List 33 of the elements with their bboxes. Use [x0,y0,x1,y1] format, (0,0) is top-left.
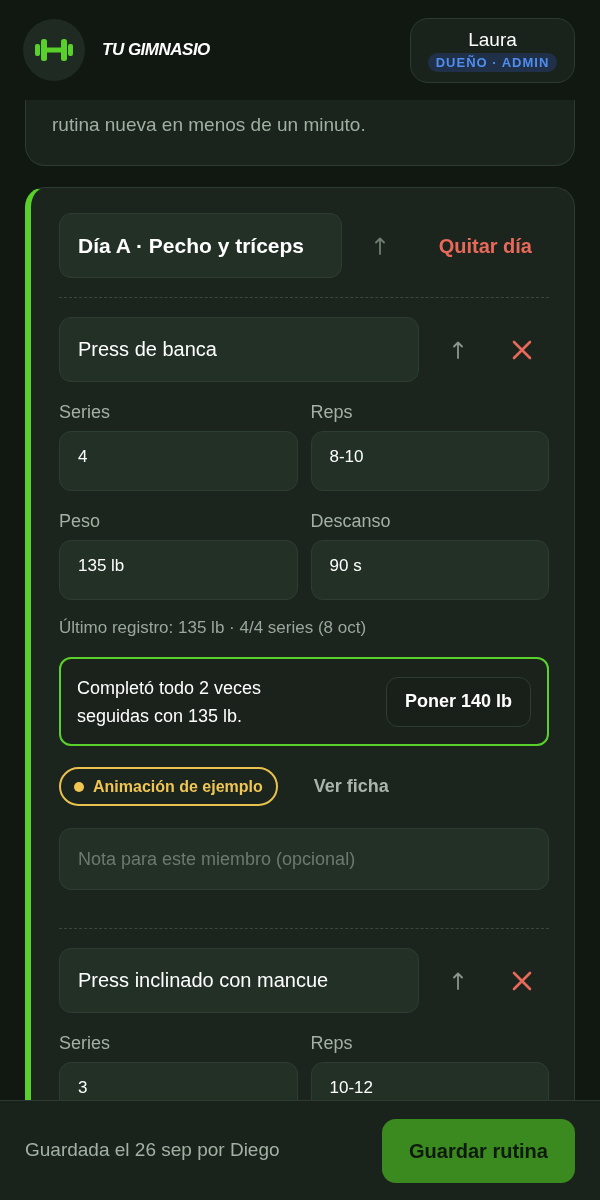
exercise-name-field[interactable]: Press inclinado con mancue [59,948,419,1013]
close-icon [512,339,532,360]
saved-status-text: Guardada el 26 sep por Diego [25,1138,280,1163]
arrow-up-icon [375,236,385,255]
arrow-up-icon [453,971,463,990]
exercise-name-field[interactable]: Press de banca [59,317,419,382]
value-field[interactable]: 4 [59,431,298,491]
field-label: Reps [310,1033,354,1053]
brand-name: TU GIMNASIO [102,39,210,62]
apply-weight-button[interactable]: Poner 140 lb [385,676,531,727]
save-routine-button[interactable]: Guardar rutina [382,1118,575,1183]
note-field[interactable]: Nota para este miembro (opcional) [59,828,549,890]
account-button[interactable]: Laura DUEÑO · ADMIN [410,17,575,83]
intro-text: rutina nueva en menos de un minuto. [52,113,367,137]
value-field[interactable]: 8-10 [310,431,549,491]
close-icon [512,970,532,991]
day-name-field[interactable]: Día A · Pecho y tríceps [59,213,342,278]
role-badge: DUEÑO · ADMIN [427,52,558,72]
view-details-link[interactable]: Ver ficha [307,767,395,806]
value-field[interactable]: 135 lb [59,540,298,600]
value-field[interactable]: 90 s [310,540,549,600]
field-label: Descanso [310,511,392,531]
suggestion-text: Completó todo 2 veces seguidas con 135 lb. [77,676,263,728]
last-log-text: Último registro: 135 lb · 4/4 series (8 oct) [59,617,368,639]
value-field[interactable]: 3 [59,1062,298,1100]
remove-day-button[interactable]: Quitar día [421,223,549,268]
field-label: Series [59,1033,112,1053]
field-label: Peso [59,511,102,531]
field-label: Reps [310,402,354,422]
value-field[interactable]: 10-12 [310,1062,549,1100]
field-label: Series [59,402,112,422]
demo-animation-button[interactable]: Animación de ejemplo [59,767,278,806]
arrow-up-icon [453,340,463,359]
